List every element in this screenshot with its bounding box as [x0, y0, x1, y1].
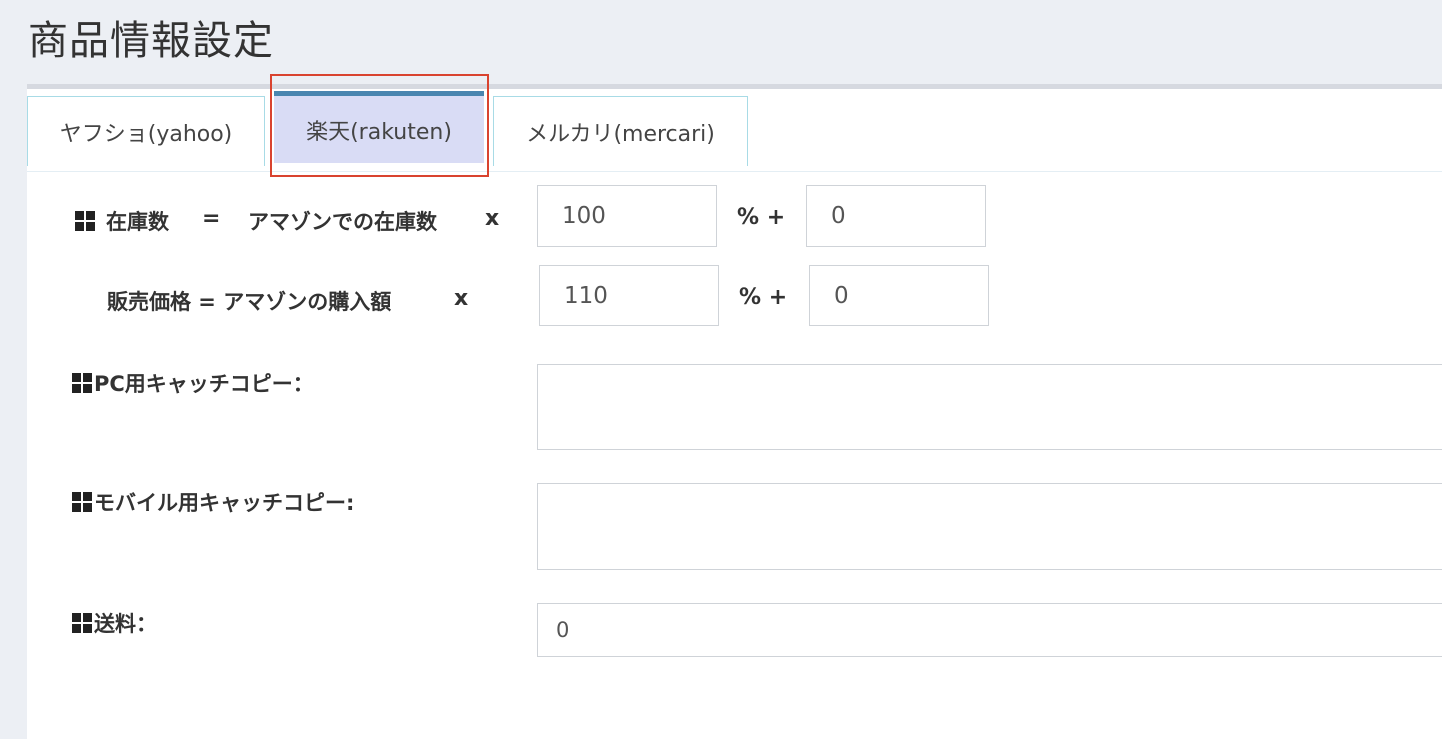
tab-yahoo[interactable]: ヤフショ(yahoo): [27, 96, 265, 166]
tab-rakuten[interactable]: 楽天(rakuten): [274, 91, 484, 163]
stock-add-input[interactable]: [806, 185, 986, 247]
tab-mercari-label: メルカリ(mercari): [526, 121, 715, 147]
tab-mercari[interactable]: メルカリ(mercari): [493, 96, 748, 166]
price-percent-plus: % +: [739, 285, 788, 310]
tab-rakuten-label: 楽天(rakuten): [306, 119, 452, 145]
page-title: 商品情報設定: [28, 18, 274, 64]
stock-equals: =: [202, 206, 221, 231]
shipping-row-label: 送料：: [72, 608, 157, 638]
grid-icon: [75, 211, 95, 231]
mobile-catch-row-label: モバイル用キャッチコピー:: [72, 487, 354, 517]
price-add-input[interactable]: [809, 265, 989, 326]
stock-label: 在庫数: [106, 210, 169, 234]
price-times: x: [454, 286, 469, 311]
price-label: 販売価格 = アマゾンの購入額: [107, 290, 392, 314]
pc-catch-label: PC用キャッチコピー：: [94, 372, 314, 396]
pc-catch-row-label: PC用キャッチコピー：: [72, 368, 314, 398]
stock-row-label: 在庫数: [75, 206, 169, 236]
tab-bar: ヤフショ(yahoo) 楽天(rakuten) メルカリ(mercari): [27, 89, 1442, 172]
stock-source: アマゾンでの在庫数: [248, 210, 437, 234]
grid-icon: [72, 373, 92, 393]
grid-icon: [72, 492, 92, 512]
stock-percent-input[interactable]: [537, 185, 717, 247]
price-percent-input[interactable]: [539, 265, 719, 326]
shipping-label: 送料：: [94, 612, 157, 636]
mobile-catch-textarea[interactable]: [537, 483, 1442, 570]
stock-percent-plus: % +: [737, 205, 786, 230]
stock-times: x: [485, 206, 500, 231]
mobile-catch-label: モバイル用キャッチコピー:: [94, 491, 355, 515]
pc-catch-textarea[interactable]: [537, 364, 1442, 450]
shipping-input[interactable]: [537, 603, 1442, 657]
tab-yahoo-label: ヤフショ(yahoo): [59, 121, 233, 147]
grid-icon: [72, 613, 92, 633]
